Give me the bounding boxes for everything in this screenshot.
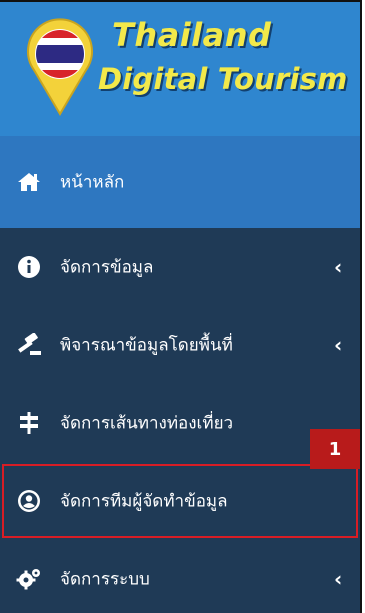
sidebar-item-system[interactable]: จัดการระบบ ‹: [0, 540, 360, 613]
sidebar-item-label: จัดการทีมผู้จัดทำข้อมูล: [60, 491, 228, 512]
sidebar-item-label: จัดการเส้นทางท่องเที่ยว: [60, 413, 234, 434]
sidebar-panel: Thailand Digital Tourism หน้าหลัก จัดการ…: [0, 0, 362, 613]
logo-title-line1: Thailand: [112, 16, 272, 54]
sidebar-item-home[interactable]: หน้าหลัก: [0, 136, 360, 228]
sidebar-header: Thailand Digital Tourism: [0, 2, 360, 136]
chevron-left-icon: ‹: [334, 255, 343, 279]
home-icon: [16, 169, 42, 195]
sidebar-item-area-review[interactable]: พิจารณาข้อมูลโดยพื้นที่ ‹: [0, 306, 360, 384]
user-circle-icon: [16, 488, 42, 514]
sidebar-item-label: จัดการข้อมูล: [60, 257, 154, 278]
sidebar-item-data-management[interactable]: จัดการข้อมูล ‹: [0, 228, 360, 306]
sidebar-item-label: พิจารณาข้อมูลโดยพื้นที่: [60, 335, 233, 356]
gavel-icon: [16, 332, 42, 358]
cogs-icon: [16, 566, 42, 592]
map-pin-flag-icon: [27, 18, 93, 116]
sidebar-item-routes[interactable]: จัดการเส้นทางท่องเที่ยว: [0, 384, 360, 462]
sidebar-item-team[interactable]: จัดการทีมผู้จัดทำข้อมูล: [0, 462, 360, 540]
sidebar-menu: หน้าหลัก จัดการข้อมูล ‹ พิจารณาข้อมูลโดย…: [0, 136, 360, 613]
chevron-left-icon: ‹: [334, 333, 343, 357]
chevron-left-icon: ‹: [334, 567, 343, 591]
sidebar-item-label: จัดการระบบ: [60, 569, 150, 590]
info-icon: [16, 254, 42, 280]
signpost-icon: [16, 410, 42, 436]
step-number-badge: 1: [310, 429, 360, 469]
sidebar-item-label: หน้าหลัก: [60, 172, 125, 193]
logo-title-line2: Digital Tourism: [98, 62, 348, 96]
